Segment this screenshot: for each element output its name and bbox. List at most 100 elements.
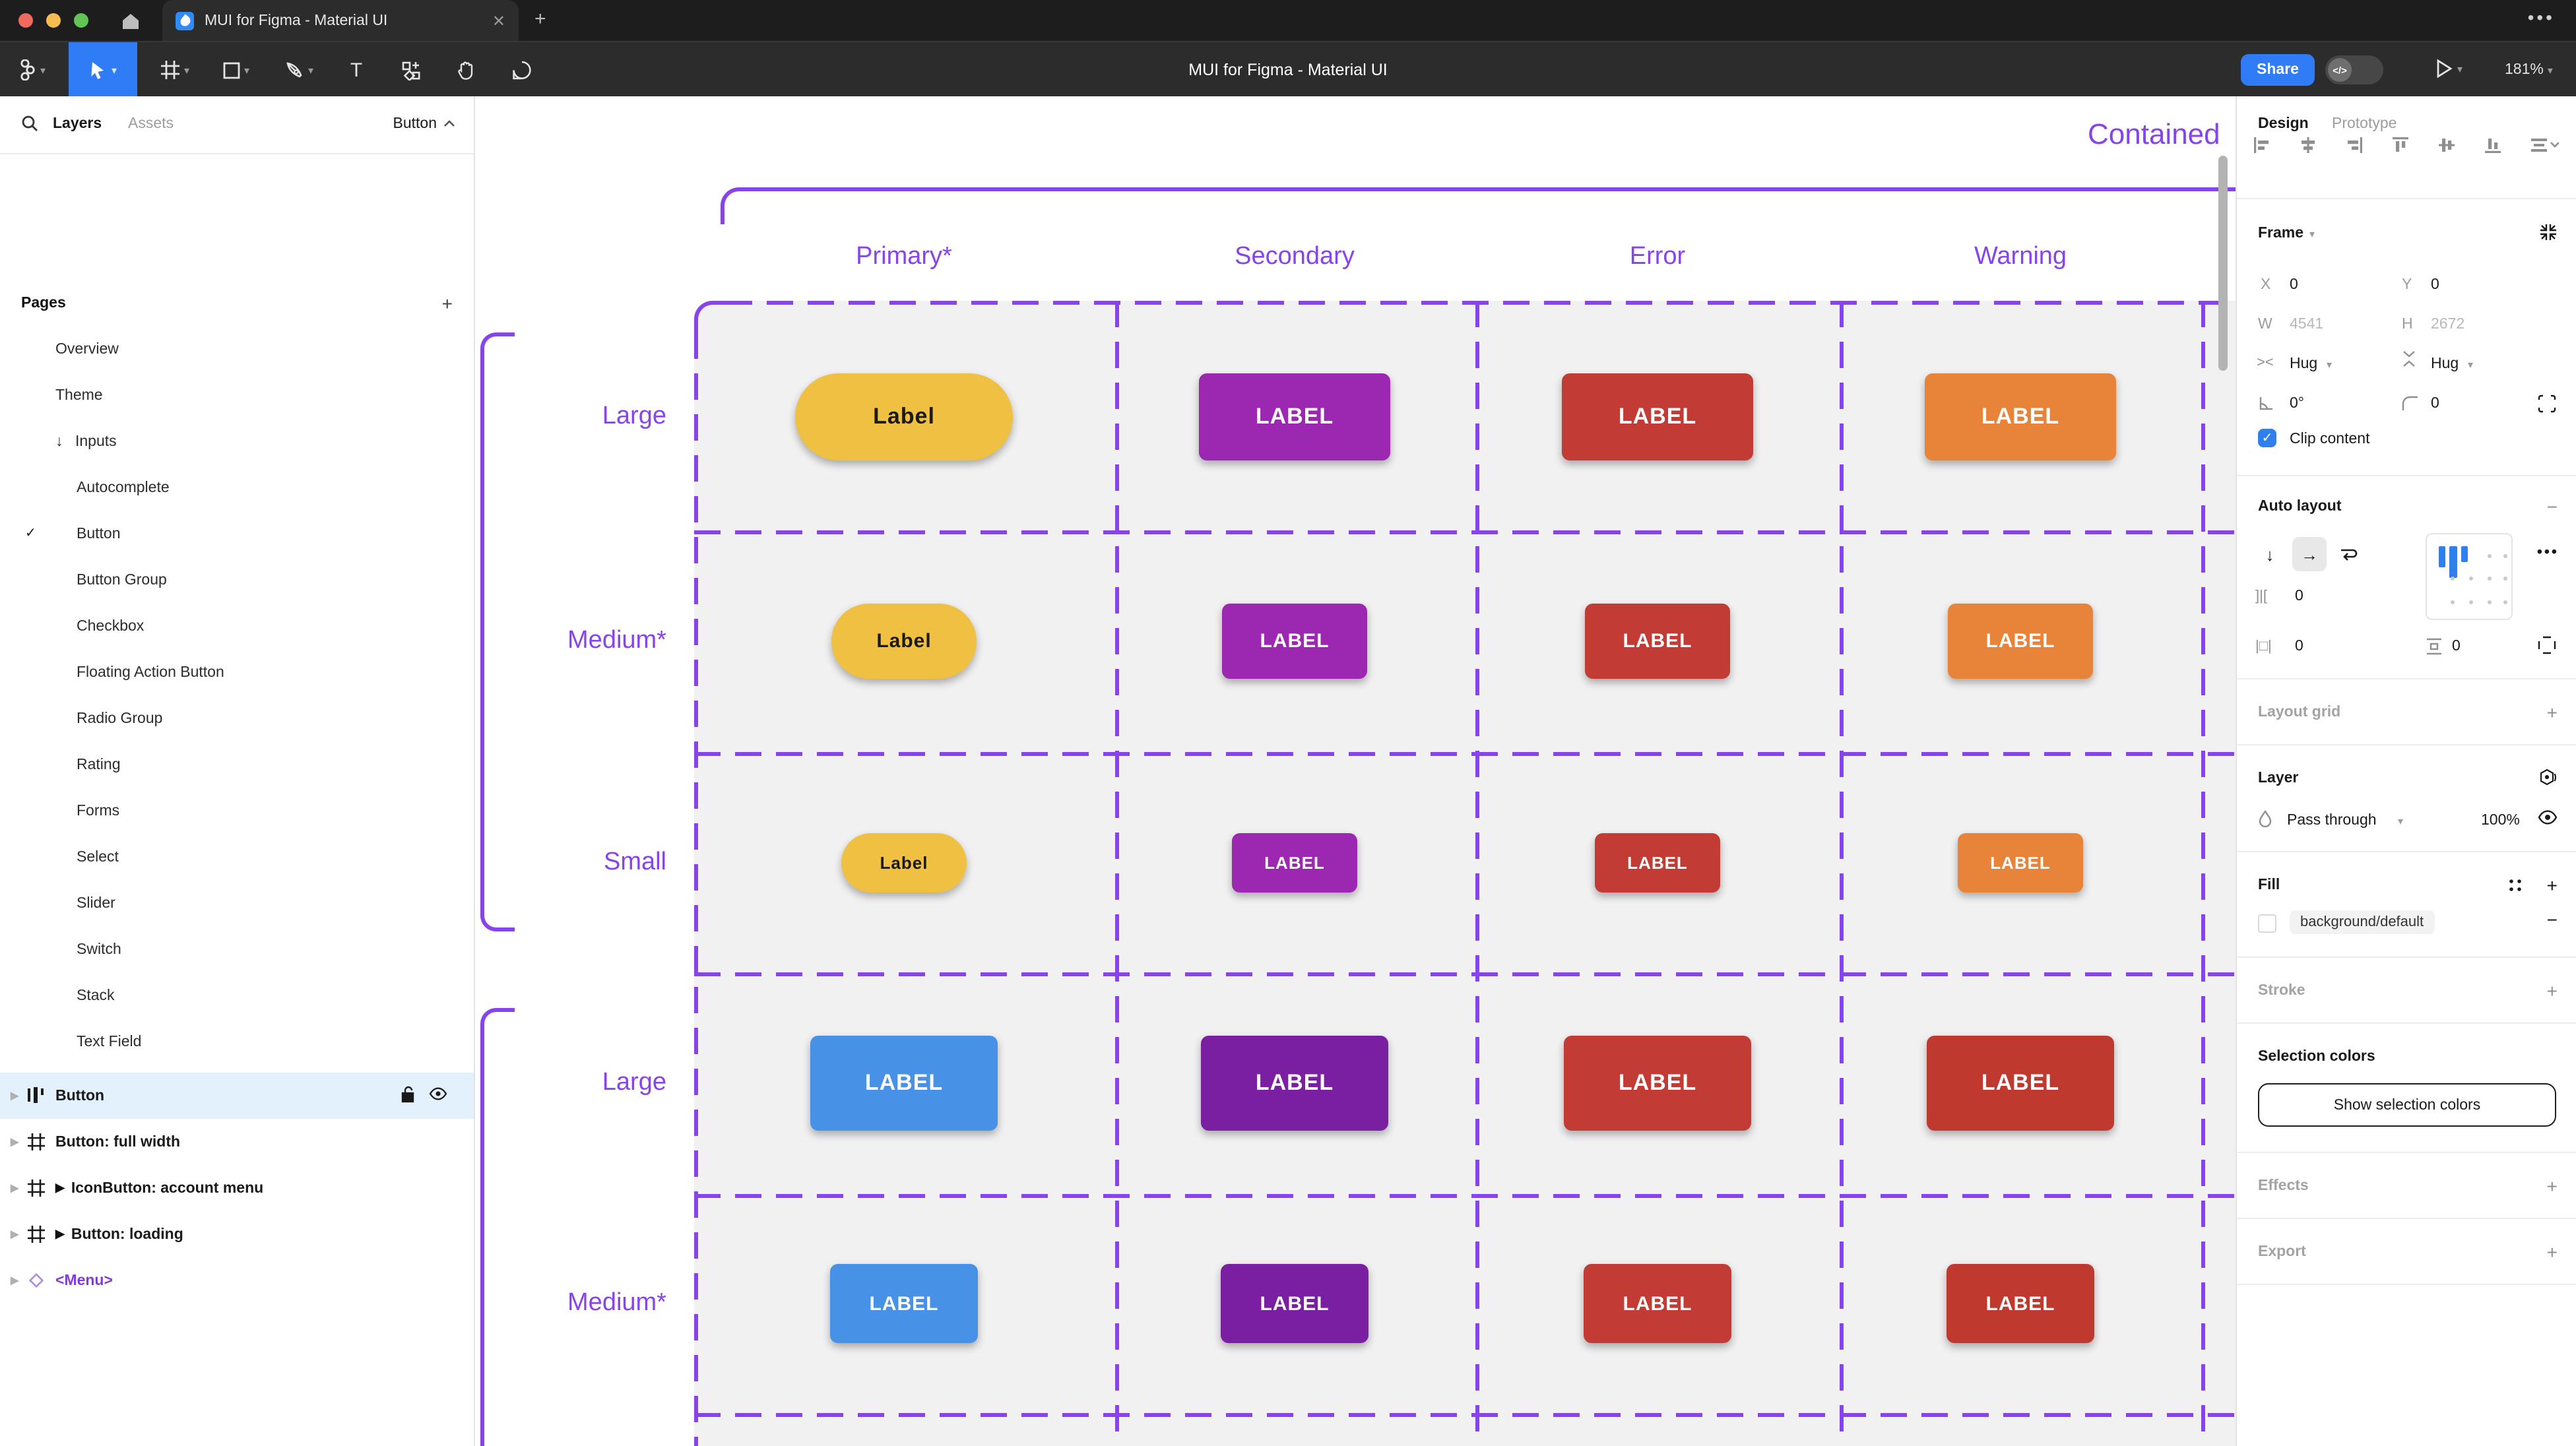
canvas-button-secondary-sm[interactable]: LABEL xyxy=(1232,833,1357,893)
home-icon[interactable] xyxy=(119,9,143,33)
auto-layout-vertical-icon[interactable]: ↓ xyxy=(2253,537,2287,571)
align-right-icon[interactable] xyxy=(2345,136,2364,158)
canvas-button-primary-lg2[interactable]: LABEL xyxy=(810,1036,998,1131)
blend-mode-icon[interactable] xyxy=(2538,768,2558,792)
rotation-value[interactable]: 0° xyxy=(2290,396,2304,412)
canvas-button-secondary-md[interactable]: LABEL xyxy=(1222,604,1367,679)
tab-assets[interactable]: Assets xyxy=(128,116,174,132)
gap-value[interactable]: 0 xyxy=(2295,588,2303,604)
shape-tool-button[interactable]: ▾ xyxy=(214,42,259,98)
align-bottom-icon[interactable] xyxy=(2484,136,2502,158)
sidebar-page-overview[interactable]: Overview xyxy=(0,326,474,372)
vertical-resizing-value[interactable]: Hug xyxy=(2431,356,2459,372)
comment-tool-button[interactable] xyxy=(501,42,541,98)
layer-row-iconbutton-account-menu[interactable]: ▶▶IconButton: account menu xyxy=(0,1165,474,1211)
canvas-button-secondary-md2[interactable]: LABEL xyxy=(1221,1264,1368,1343)
sidebar-page-stack[interactable]: Stack xyxy=(0,972,474,1019)
canvas-button-error-lg2[interactable]: LABEL xyxy=(1564,1036,1751,1131)
horizontal-resizing-value[interactable]: Hug xyxy=(2290,356,2317,372)
window-zoom-button[interactable] xyxy=(74,13,88,28)
add-page-button[interactable]: + xyxy=(442,293,453,314)
sidebar-page-forms[interactable]: Forms xyxy=(0,788,474,834)
align-horizontal-center-icon[interactable] xyxy=(2299,136,2317,158)
sidebar-page-button-group[interactable]: Button Group xyxy=(0,557,474,603)
canvas-button-error-sm[interactable]: LABEL xyxy=(1595,833,1720,893)
window-close-button[interactable] xyxy=(18,13,33,28)
canvas-button-warning-lg[interactable]: LABEL xyxy=(1925,373,2116,460)
eye-icon[interactable] xyxy=(429,1087,447,1104)
expand-chevron-icon[interactable]: ▶ xyxy=(11,1182,18,1194)
horizontal-padding-value[interactable]: 0 xyxy=(2295,639,2303,654)
align-left-icon[interactable] xyxy=(2253,136,2271,158)
lock-open-icon[interactable] xyxy=(400,1085,416,1106)
sidebar-page-floating-action-button[interactable]: Floating Action Button xyxy=(0,649,474,695)
layer-row--menu-[interactable]: ▶<Menu> xyxy=(0,1257,474,1304)
export-section-header[interactable]: Export xyxy=(2258,1244,2306,1260)
expand-chevron-icon[interactable]: ▶ xyxy=(11,1090,18,1102)
canvas-button-primary-sm[interactable]: Label xyxy=(841,833,967,893)
close-tab-icon[interactable]: ✕ xyxy=(492,11,505,30)
canvas-button-error-md2[interactable]: LABEL xyxy=(1584,1264,1731,1343)
stroke-section-header[interactable]: Stroke xyxy=(2258,983,2305,999)
pen-tool-button[interactable]: ▾ xyxy=(277,42,322,98)
sidebar-page-switch[interactable]: Switch xyxy=(0,926,474,972)
canvas-button-secondary-lg[interactable]: LABEL xyxy=(1199,373,1390,460)
tab-prototype[interactable]: Prototype xyxy=(2332,116,2397,132)
opacity-value[interactable]: 100% xyxy=(2481,813,2520,829)
window-more-icon[interactable]: ••• xyxy=(2528,7,2555,28)
fill-color-swatch[interactable] xyxy=(2258,914,2276,933)
auto-layout-horizontal-icon[interactable]: → xyxy=(2292,537,2327,571)
hand-tool-button[interactable] xyxy=(446,42,486,98)
x-field-value[interactable]: 0 xyxy=(2290,277,2298,293)
sidebar-page-inputs[interactable]: ↓Inputs xyxy=(0,418,474,464)
align-vertical-center-icon[interactable] xyxy=(2437,136,2456,158)
effects-section-header[interactable]: Effects xyxy=(2258,1178,2309,1194)
frame-title-contained[interactable]: Contained xyxy=(2088,117,2220,152)
add-export-icon[interactable]: + xyxy=(2547,1242,2558,1263)
add-stroke-icon[interactable]: + xyxy=(2547,980,2558,1001)
search-icon[interactable] xyxy=(21,115,38,136)
tab-design[interactable]: Design xyxy=(2258,116,2309,132)
canvas-button-warning-md[interactable]: LABEL xyxy=(1948,604,2093,679)
expand-chevron-icon[interactable]: ▶ xyxy=(11,1136,18,1148)
width-field-value[interactable]: 4541 xyxy=(2290,317,2323,332)
canvas-scrollbar[interactable] xyxy=(2218,156,2228,371)
dev-mode-toggle[interactable]: </> xyxy=(2325,55,2383,84)
sidebar-page-select[interactable]: Select xyxy=(0,834,474,880)
layer-row-button[interactable]: ▶Button xyxy=(0,1073,474,1119)
auto-layout-alignment-pad[interactable] xyxy=(2426,533,2513,620)
canvas-button-error-md[interactable]: LABEL xyxy=(1585,604,1730,679)
component-tool-button[interactable] xyxy=(391,42,430,98)
frame-section-header[interactable]: Frame xyxy=(2258,226,2303,241)
sidebar-page-rating[interactable]: Rating xyxy=(0,741,474,788)
show-selection-colors-button[interactable]: Show selection colors xyxy=(2258,1083,2556,1127)
tab-layers[interactable]: Layers xyxy=(53,116,102,132)
expand-chevron-icon[interactable]: ▶ xyxy=(11,1228,18,1240)
share-button[interactable]: Share xyxy=(2241,54,2315,86)
new-tab-button[interactable]: + xyxy=(534,8,546,30)
expand-chevron-icon[interactable]: ▶ xyxy=(11,1274,18,1286)
remove-fill-icon[interactable]: − xyxy=(2547,909,2558,930)
layer-row-button-full-width[interactable]: ▶Button: full width xyxy=(0,1119,474,1165)
add-layout-grid-icon[interactable]: + xyxy=(2547,702,2558,723)
sidebar-page-slider[interactable]: Slider xyxy=(0,880,474,926)
sidebar-page-autocomplete[interactable]: Autocomplete xyxy=(0,464,474,511)
canvas-button-primary-lg[interactable]: Label xyxy=(795,373,1013,460)
add-fill-icon[interactable]: + xyxy=(2547,875,2558,896)
canvas-button-primary-md[interactable]: Label xyxy=(831,604,977,679)
page-selector[interactable]: Button xyxy=(393,116,456,132)
remove-auto-layout-icon[interactable]: − xyxy=(2547,496,2558,517)
canvas-button-warning-sm[interactable]: LABEL xyxy=(1958,833,2083,893)
canvas-button-error-lg[interactable]: LABEL xyxy=(1562,373,1753,460)
move-tool-button[interactable]: ▾ xyxy=(69,42,137,98)
fill-token[interactable]: background/default xyxy=(2290,910,2434,934)
canvas-button-warning-md2[interactable]: LABEL xyxy=(1947,1264,2094,1343)
canvas-button-secondary-lg2[interactable]: LABEL xyxy=(1201,1036,1388,1131)
text-tool-button[interactable]: T xyxy=(338,42,375,98)
sidebar-page-button[interactable]: ✓Button xyxy=(0,511,474,557)
sidebar-page-text-field[interactable]: Text Field xyxy=(0,1019,474,1065)
fill-styles-icon[interactable] xyxy=(2507,877,2523,897)
auto-layout-section-header[interactable]: Auto layout xyxy=(2258,499,2342,515)
align-top-icon[interactable] xyxy=(2391,136,2410,158)
sidebar-page-theme[interactable]: Theme xyxy=(0,372,474,418)
